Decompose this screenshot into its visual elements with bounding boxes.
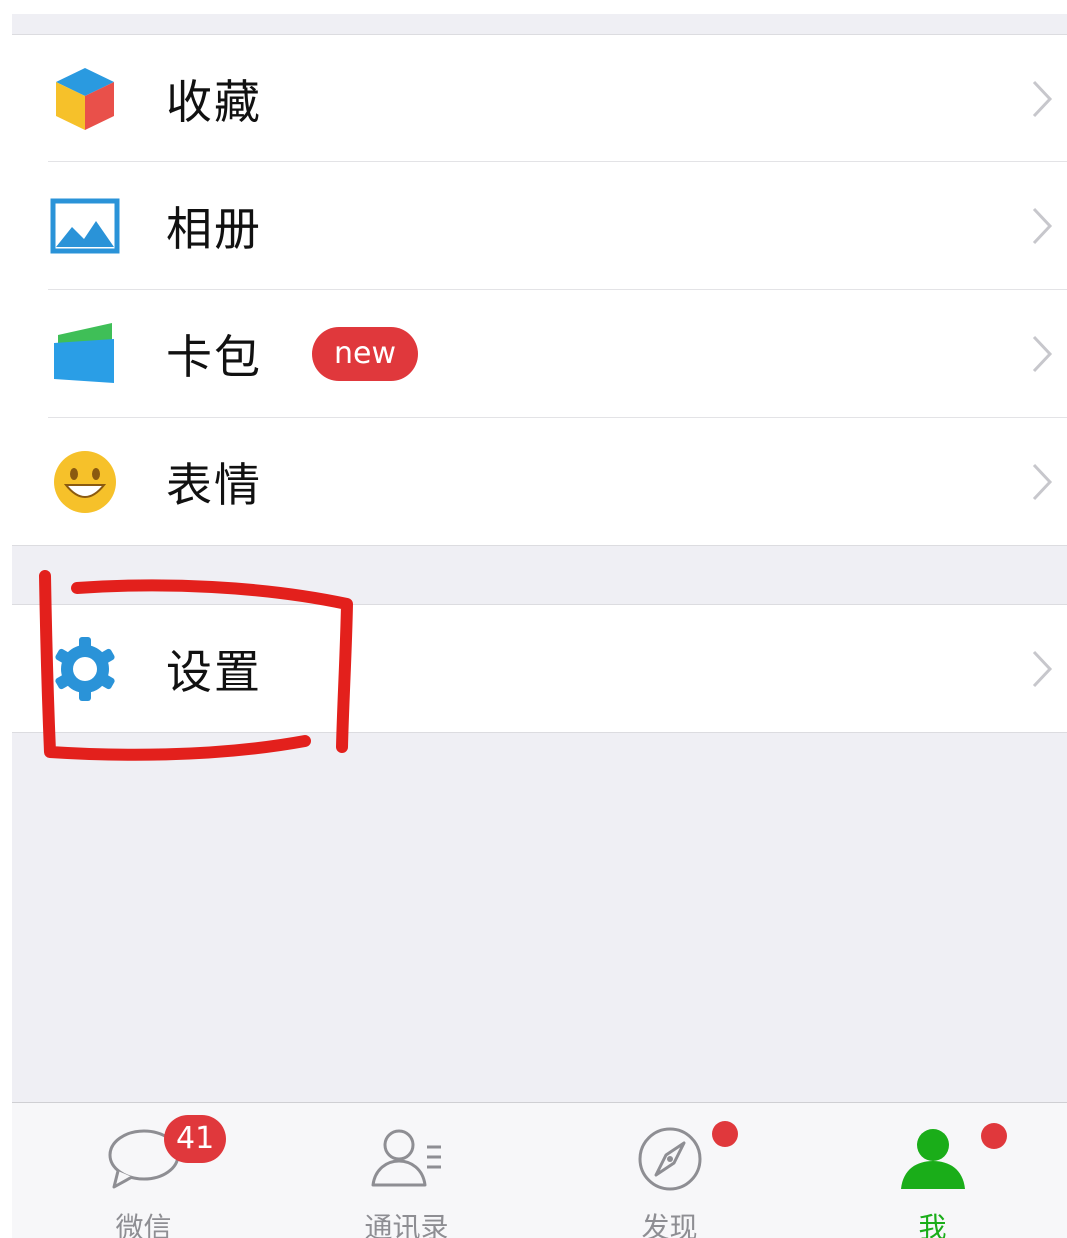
- person-icon: [900, 1129, 965, 1189]
- new-dot-badge: [712, 1121, 738, 1147]
- menu-item-favorites[interactable]: 收藏: [12, 35, 1067, 162]
- chevron-right-icon: [1032, 207, 1053, 245]
- menu-item-label: 相册: [166, 202, 262, 256]
- new-badge: new: [312, 327, 419, 381]
- card-wallet-icon: [54, 323, 114, 383]
- menu-item-stickers[interactable]: 表情: [12, 418, 1067, 545]
- menu-group: 收藏 相册 卡包 new 表情: [12, 34, 1067, 546]
- new-dot-badge: [981, 1123, 1007, 1149]
- gear-icon: [55, 636, 115, 701]
- tab-discover[interactable]: 发现: [538, 1103, 801, 1238]
- tab-label: 发现: [641, 1211, 698, 1238]
- menu-item-album[interactable]: 相册: [12, 162, 1067, 290]
- settings-group: 设置: [12, 604, 1067, 733]
- menu-item-label: 收藏: [166, 74, 262, 129]
- tab-me[interactable]: 我: [801, 1103, 1064, 1238]
- bottom-tab-bar: 41 微信 通讯录 发现 我: [12, 1102, 1067, 1238]
- unread-count-badge: 41: [164, 1115, 227, 1163]
- tab-wechat[interactable]: 41 微信: [12, 1103, 275, 1238]
- tab-label: 微信: [115, 1211, 172, 1238]
- favorites-cube-icon: [56, 67, 114, 130]
- menu-item-card-wallet[interactable]: 卡包 new: [12, 290, 1067, 418]
- contacts-icon: [371, 1129, 441, 1187]
- chevron-right-icon: [1032, 650, 1053, 687]
- menu-item-label: 表情: [166, 457, 262, 512]
- menu-item-label: 卡包: [166, 330, 262, 384]
- chevron-right-icon: [1032, 463, 1053, 500]
- album-picture-icon: [50, 198, 120, 254]
- tab-label: 我: [918, 1211, 947, 1238]
- tab-label: 通讯录: [364, 1211, 449, 1238]
- chevron-right-icon: [1032, 80, 1053, 117]
- compass-icon: [638, 1127, 701, 1191]
- chevron-right-icon: [1032, 335, 1053, 373]
- smiley-face-icon: [54, 450, 116, 513]
- menu-item-label: 设置: [166, 644, 262, 699]
- me-screen: 收藏 相册 卡包 new 表情 设置 41 微信 通讯录 发现 我: [12, 14, 1067, 1238]
- menu-item-settings[interactable]: 设置: [12, 605, 1067, 732]
- tab-contacts[interactable]: 通讯录: [275, 1103, 538, 1238]
